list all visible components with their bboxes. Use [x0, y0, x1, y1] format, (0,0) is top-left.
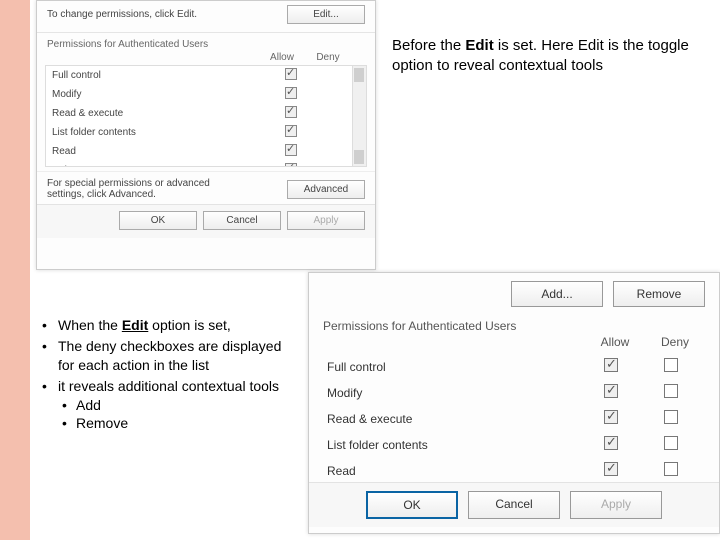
annotation-top: Before the Edit is set. Here Edit is the… — [392, 36, 692, 75]
scroll-down-icon[interactable] — [354, 150, 364, 164]
deny-checkbox[interactable] — [664, 384, 678, 398]
col-deny-2: Deny — [645, 335, 705, 349]
allow-checkbox — [285, 163, 297, 167]
scroll-up-icon[interactable] — [354, 68, 364, 82]
perm-row: List folder contents — [323, 431, 705, 457]
permissions-label-2: Permissions for Authenticated Users — [309, 315, 719, 335]
perm-row: Read & execute — [46, 104, 366, 123]
deny-checkbox[interactable] — [664, 358, 678, 372]
perm-row: List folder contents — [46, 123, 366, 142]
permissions-label: Permissions for Authenticated Users — [37, 33, 375, 52]
allow-checkbox[interactable] — [604, 462, 618, 476]
permissions-list: Full control Modify Read & execute List … — [45, 65, 367, 167]
permissions-dialog-after: Add... Remove Permissions for Authentica… — [308, 272, 720, 534]
sub-bullet: Remove — [58, 414, 290, 433]
change-permissions-text: To change permissions, click Edit. — [47, 9, 197, 20]
perm-row: Modify — [323, 379, 705, 405]
allow-checkbox — [285, 87, 297, 99]
allow-checkbox — [285, 68, 297, 80]
col-deny: Deny — [305, 52, 351, 63]
bullet-item: The deny checkboxes are displayed for ea… — [40, 337, 290, 375]
advanced-text: For special permissions or advanced sett… — [47, 178, 247, 200]
remove-button[interactable]: Remove — [613, 281, 705, 307]
cancel-button[interactable]: Cancel — [203, 211, 281, 230]
perm-row: Read & execute — [323, 405, 705, 431]
permissions-list-2: Full control Modify Read & execute List … — [323, 353, 705, 483]
allow-checkbox[interactable] — [604, 436, 618, 450]
perm-row: Read — [323, 457, 705, 483]
perm-row: Modify — [46, 85, 366, 104]
allow-checkbox[interactable] — [604, 410, 618, 424]
edit-button[interactable]: Edit... — [287, 5, 365, 24]
perm-row: Write — [46, 161, 366, 167]
ok-button-2[interactable]: OK — [366, 491, 458, 519]
deny-checkbox[interactable] — [664, 462, 678, 476]
slide: To change permissions, click Edit. Edit.… — [0, 0, 720, 540]
scrollbar[interactable] — [352, 66, 366, 166]
allow-checkbox — [285, 125, 297, 137]
allow-checkbox[interactable] — [604, 384, 618, 398]
col-allow-2: Allow — [585, 335, 645, 349]
col-allow: Allow — [259, 52, 305, 63]
bullet-list: When the Edit option is set, The deny ch… — [40, 316, 290, 435]
perm-row: Full control — [46, 66, 366, 85]
bullet-item: When the Edit option is set, — [40, 316, 290, 335]
cancel-button-2[interactable]: Cancel — [468, 491, 560, 519]
apply-button-2[interactable]: Apply — [570, 491, 662, 519]
bullet-item: it reveals additional contextual tools A… — [40, 377, 290, 434]
ok-button[interactable]: OK — [119, 211, 197, 230]
allow-checkbox — [285, 144, 297, 156]
deny-checkbox[interactable] — [664, 410, 678, 424]
advanced-button[interactable]: Advanced — [287, 180, 365, 199]
sub-bullet: Add — [58, 396, 290, 415]
deny-checkbox[interactable] — [664, 436, 678, 450]
perm-row: Full control — [323, 353, 705, 379]
perm-row: Read — [46, 142, 366, 161]
allow-checkbox[interactable] — [604, 358, 618, 372]
permissions-dialog-before: To change permissions, click Edit. Edit.… — [36, 0, 376, 270]
allow-checkbox — [285, 106, 297, 118]
apply-button[interactable]: Apply — [287, 211, 365, 230]
add-button[interactable]: Add... — [511, 281, 603, 307]
